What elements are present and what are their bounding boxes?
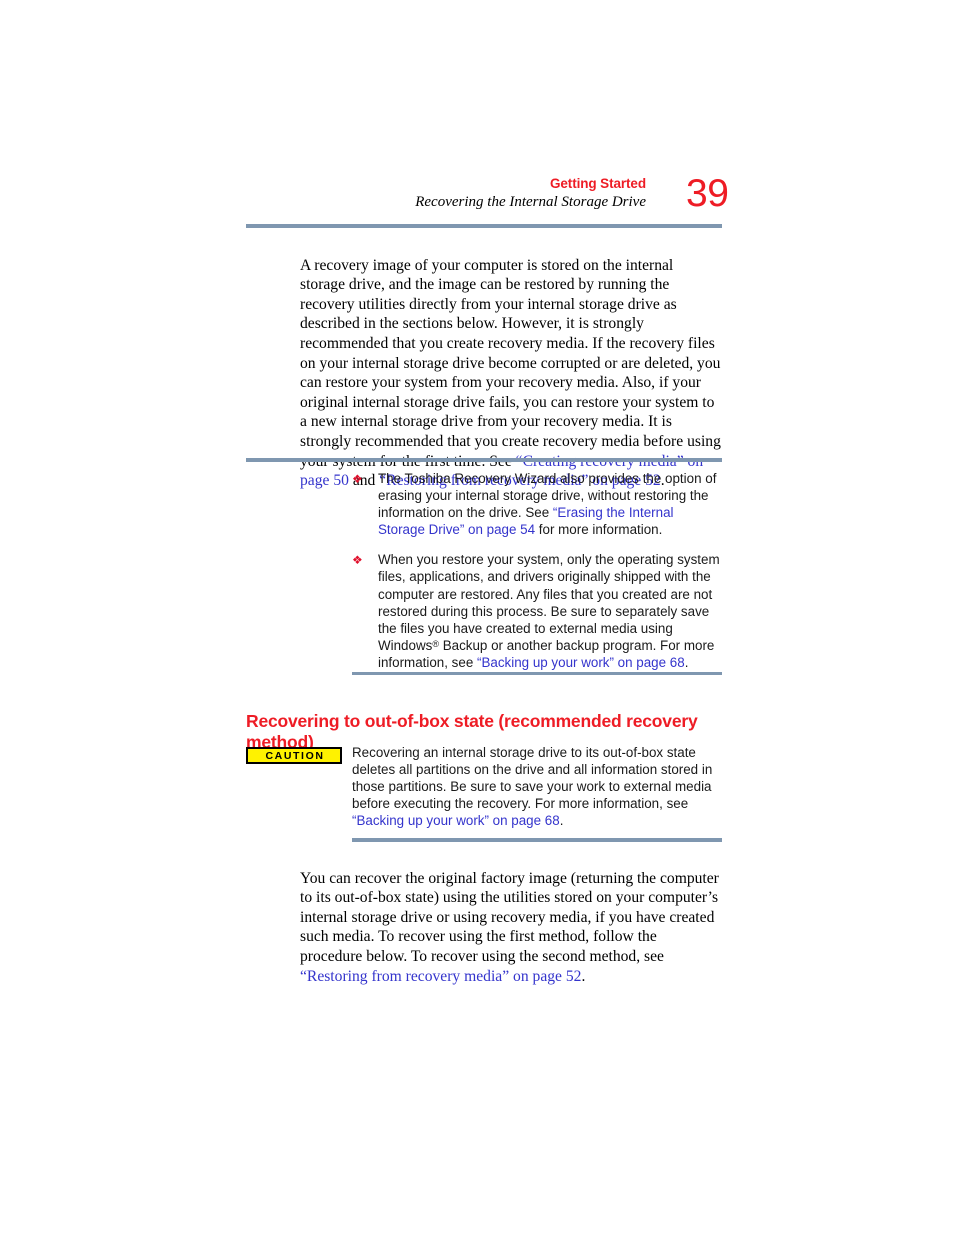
diamond-bullet-icon: ❖ — [352, 472, 363, 486]
xref-backing-up-your-work-caution[interactable]: “Backing up your work” on page 68 — [352, 813, 560, 828]
note-bullet-list: ❖ The Toshiba Recovery Wizard also provi… — [352, 470, 722, 671]
page-number: 39 — [686, 172, 729, 215]
document-page: Getting Started Recovering the Internal … — [0, 0, 954, 1235]
header-section-title: Recovering the Internal Storage Drive — [415, 194, 646, 210]
diamond-bullet-icon: ❖ — [352, 553, 363, 568]
caution-text: Recovering an internal storage drive to … — [352, 744, 722, 829]
outro-text-1: You can recover the original factory ima… — [300, 869, 719, 965]
xref-backing-up-your-work[interactable]: “Backing up your work” on page 68 — [477, 655, 685, 670]
intro-text-1: A recovery image of your computer is sto… — [300, 256, 721, 470]
list-item: ❖ The Toshiba Recovery Wizard also provi… — [352, 470, 722, 538]
bullets-bottom-rule — [352, 672, 722, 675]
caution-bottom-rule — [352, 838, 722, 842]
caution-badge: CAUTION — [246, 747, 342, 764]
bullets-top-rule — [246, 458, 722, 462]
registered-trademark-symbol: ® — [432, 638, 439, 649]
caution-text-1: Recovering an internal storage drive to … — [352, 745, 713, 812]
intro-paragraph: A recovery image of your computer is sto… — [300, 256, 721, 491]
header-divider-rule — [246, 224, 722, 228]
xref-restoring-from-recovery-media-2[interactable]: “Restoring from recovery media” on page … — [300, 968, 581, 985]
outro-paragraph: You can recover the original factory ima… — [300, 869, 721, 987]
list-item: ❖ When you restore your system, only the… — [352, 551, 722, 671]
header-text-column: Getting Started Recovering the Internal … — [246, 176, 646, 212]
bullet-1-text-2: for more information. — [535, 522, 663, 538]
caution-text-2: . — [559, 813, 564, 829]
running-header: Getting Started Recovering the Internal … — [246, 176, 722, 212]
header-chapter-title: Getting Started — [549, 176, 646, 191]
outro-text-2: . — [581, 967, 586, 985]
bullet-2-text-3: . — [684, 654, 689, 670]
